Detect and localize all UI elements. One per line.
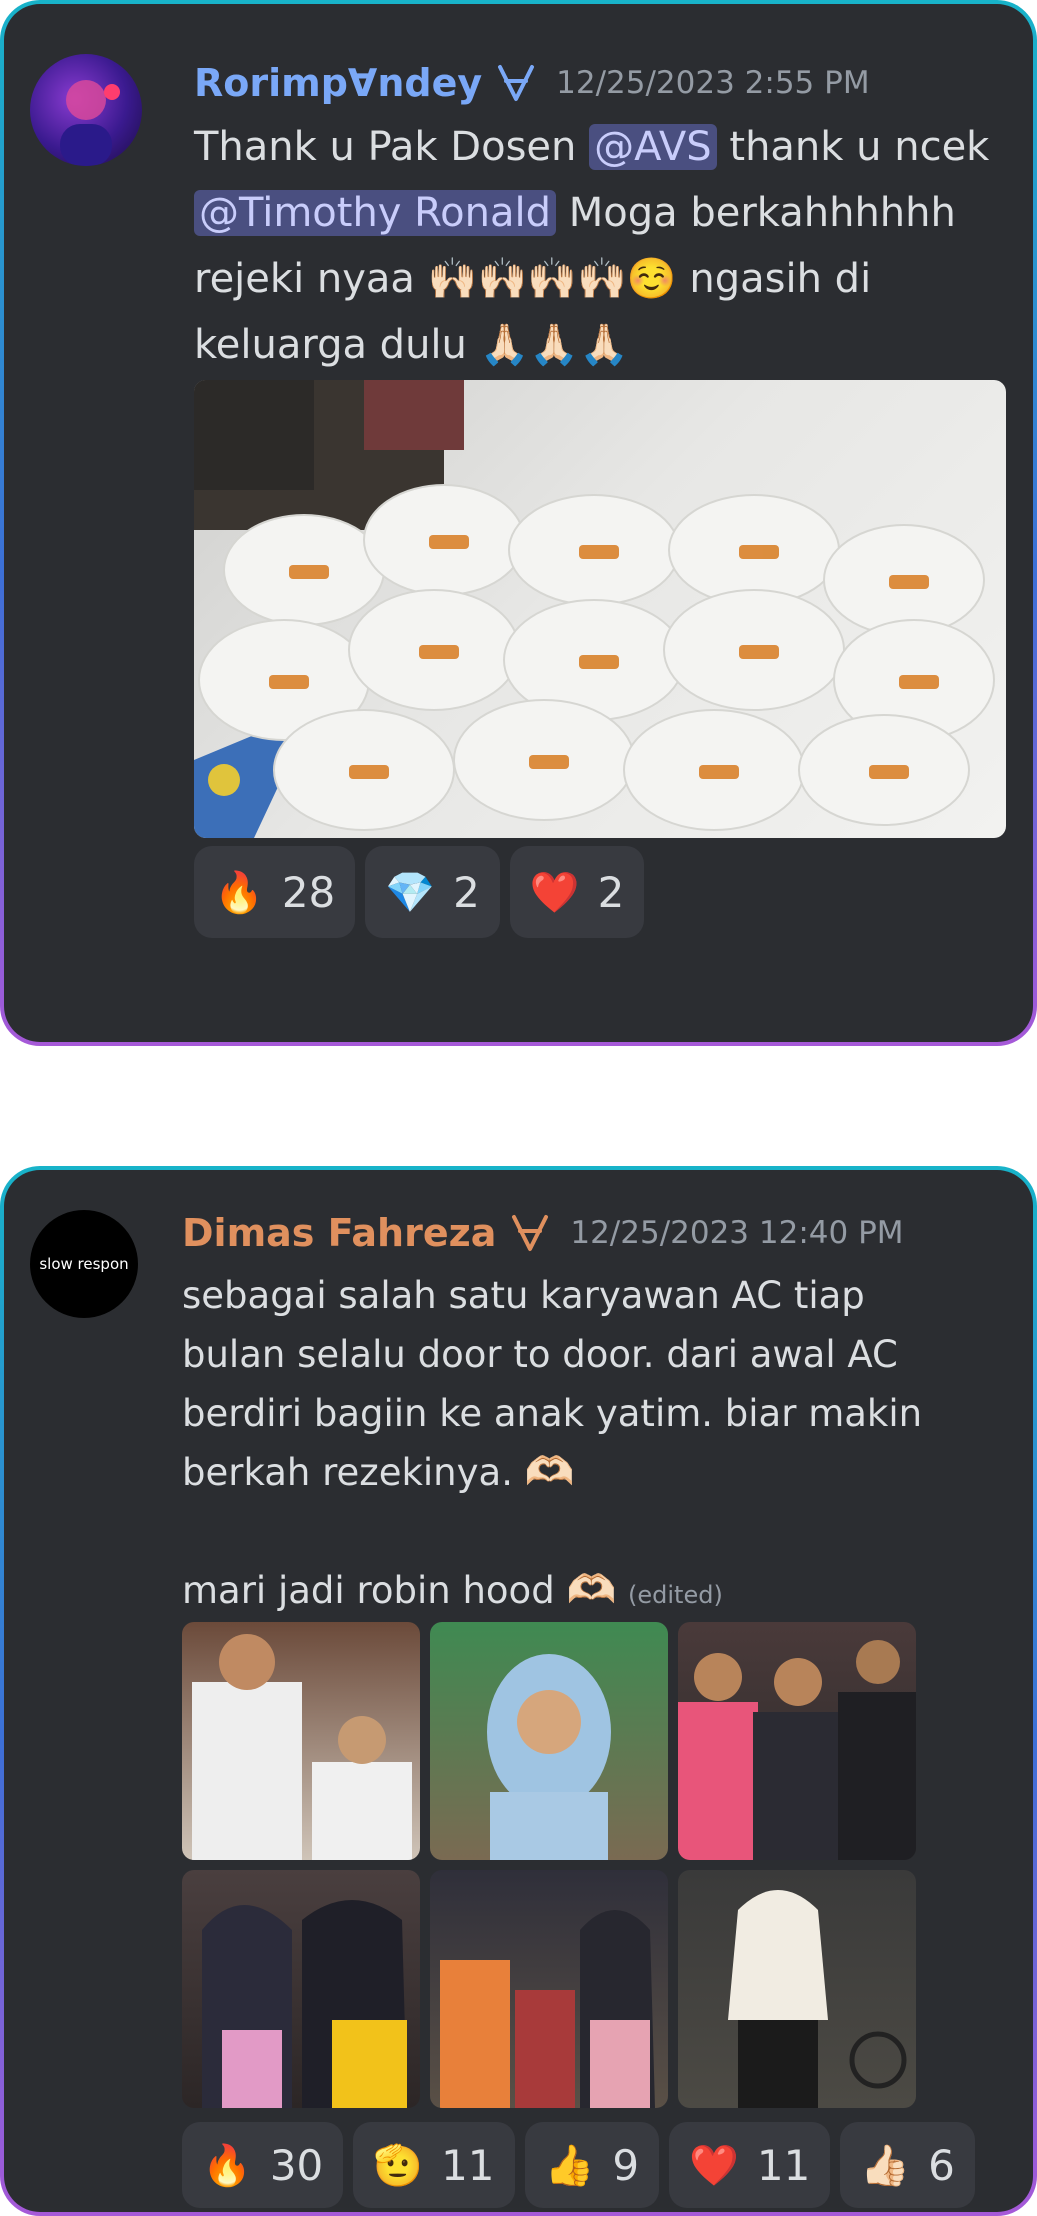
reaction-count: 11 <box>756 2140 811 2190</box>
reaction-count: 9 <box>612 2140 640 2190</box>
reaction-count: 6 <box>928 2140 955 2190</box>
emoji-raised-hands-icon: 🙌🏻🙌🏻🙌🏻🙌🏻☺️ <box>427 256 677 302</box>
mention-avs[interactable]: @AVS <box>589 124 717 170</box>
message-header: Rorimp∀ndey 12/25/2023 2:55 PM <box>194 56 1003 110</box>
reaction-count: 28 <box>281 867 336 917</box>
emoji-heart-hands-icon: 🫶🏻 <box>566 1567 617 1613</box>
message-content: Thank u Pak Dosen @AVS thank u ncek @Tim… <box>194 114 1003 378</box>
image-attachment[interactable] <box>430 1622 668 1860</box>
reaction-count: 2 <box>597 867 625 917</box>
heart-icon: ❤️ <box>529 869 580 916</box>
image-attachment[interactable] <box>678 1622 916 1860</box>
edited-label: (edited) <box>628 1581 723 1609</box>
message-card: slow respon Dimas Fahreza 12/25/2023 12:… <box>0 1166 1037 2216</box>
reaction-count: 11 <box>441 2140 495 2190</box>
image-attachment[interactable] <box>194 380 1006 838</box>
message-content: sebagai salah satu karyawan AC tiap bula… <box>182 1266 942 1625</box>
message: Dimas Fahreza 12/25/2023 12:40 PM sebaga… <box>182 1206 1003 1625</box>
image-attachment[interactable] <box>182 1870 420 2108</box>
reaction-thumbs-up[interactable]: 👍 9 <box>524 2122 660 2208</box>
image-attachment[interactable] <box>182 1622 420 1860</box>
avatar-label: slow respon <box>39 1255 129 1273</box>
reaction-thumbs-up-light[interactable]: 👍🏻 6 <box>840 2122 975 2208</box>
reaction-fire[interactable]: 🔥 28 <box>194 846 356 938</box>
avatar[interactable] <box>30 54 142 166</box>
thumbs-up-icon: 👍 <box>544 2142 595 2189</box>
reaction-gem[interactable]: 💎 2 <box>365 846 500 938</box>
message-header: Dimas Fahreza 12/25/2023 12:40 PM <box>182 1206 1003 1260</box>
emoji-folded-hands-icon: 🙏🏻🙏🏻🙏🏻 <box>479 322 630 368</box>
mention-timothy-ronald[interactable]: @Timothy Ronald <box>194 190 557 236</box>
timestamp: 12/25/2023 2:55 PM <box>556 65 870 101</box>
server-tag-icon <box>512 1215 549 1251</box>
image-attachment[interactable] <box>430 1870 668 2108</box>
text-segment: Thank u Pak Dosen <box>194 124 590 170</box>
image-attachment[interactable] <box>678 1870 916 2108</box>
reaction-saluting[interactable]: 🫡 11 <box>353 2122 515 2208</box>
fire-icon: 🔥 <box>214 869 264 916</box>
server-tag-icon <box>498 65 535 101</box>
reaction-heart[interactable]: ❤️ 2 <box>509 846 645 938</box>
reaction-bar: 🔥 30 🫡 11 👍 9 ❤️ 11 👍🏻 6 <box>182 2122 975 2208</box>
fire-icon: 🔥 <box>202 2142 252 2189</box>
reaction-count: 30 <box>269 2140 324 2190</box>
emoji-heart-hands-icon: 🫶🏻 <box>524 1449 575 1495</box>
reaction-heart[interactable]: ❤️ 11 <box>669 2122 831 2208</box>
timestamp: 12/25/2023 12:40 PM <box>570 1215 904 1251</box>
text-segment: thank u ncek <box>716 124 990 170</box>
gem-icon: 💎 <box>385 869 436 916</box>
text-segment: mari jadi robin hood <box>182 1569 567 1612</box>
reaction-count: 2 <box>453 867 480 917</box>
message-card: Rorimp∀ndey 12/25/2023 2:55 PM Thank u P… <box>0 0 1037 1046</box>
reaction-fire[interactable]: 🔥 30 <box>182 2122 344 2208</box>
saluting-face-icon: 🫡 <box>373 2142 424 2189</box>
avatar[interactable]: slow respon <box>30 1210 138 1318</box>
username[interactable]: Dimas Fahreza <box>182 1211 496 1255</box>
reaction-bar: 🔥 28 💎 2 ❤️ 2 <box>194 846 645 938</box>
heart-icon: ❤️ <box>689 2142 739 2189</box>
message: Rorimp∀ndey 12/25/2023 2:55 PM Thank u P… <box>194 56 1003 378</box>
username[interactable]: Rorimp∀ndey <box>194 61 482 105</box>
thumbs-up-icon: 👍🏻 <box>860 2142 911 2189</box>
